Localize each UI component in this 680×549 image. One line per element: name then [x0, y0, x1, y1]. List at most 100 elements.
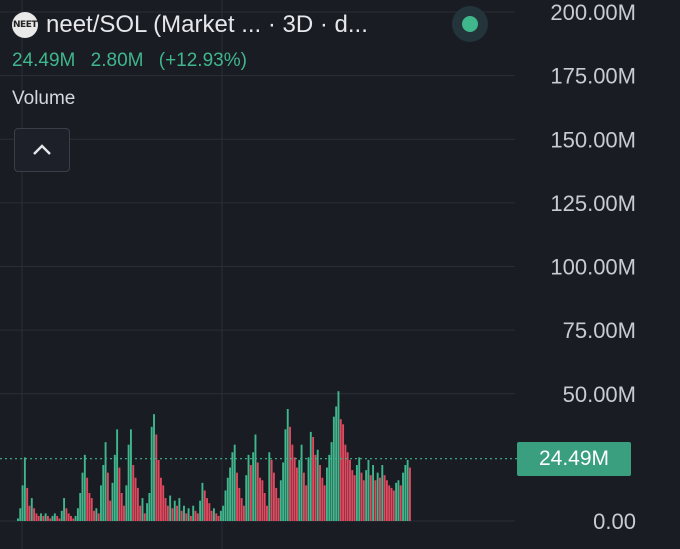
volume-bar	[406, 459, 409, 521]
volume-bar	[109, 500, 112, 521]
volume-bar	[381, 465, 384, 521]
volume-bar	[56, 515, 59, 521]
y-tick-label: 175.00M	[550, 64, 636, 89]
y-tick-label: 75.00M	[563, 318, 636, 343]
volume-bar	[104, 442, 107, 521]
volume-bar	[155, 434, 158, 521]
volume-bar	[259, 477, 262, 521]
y-tick-label: 100.00M	[550, 255, 636, 280]
volume-bar	[28, 505, 31, 521]
volume-bar	[395, 482, 398, 521]
volume-bar	[335, 406, 338, 521]
volume-bar	[247, 454, 250, 521]
volume-bar	[307, 457, 310, 522]
collapse-button[interactable]	[14, 128, 70, 172]
volume-bar	[358, 457, 361, 522]
volume-bar	[93, 510, 95, 521]
volume-bar	[123, 505, 125, 521]
volume-bar	[46, 515, 49, 521]
volume-bar	[100, 485, 102, 521]
volume-bar	[70, 515, 72, 521]
symbol-title[interactable]: neet/SOL (Market ... · 3D · d...	[46, 11, 368, 39]
volume-bar	[136, 487, 139, 521]
volume-bar	[199, 500, 202, 521]
volume-bar	[129, 429, 132, 521]
change-percent: (+12.93%)	[158, 50, 247, 71]
volume-bars	[17, 391, 411, 522]
y-tick-label: 0.00	[593, 509, 636, 534]
volume-bar	[164, 498, 167, 521]
volume-bar	[208, 503, 211, 521]
volume-bar	[302, 472, 305, 521]
volume-bar	[106, 472, 109, 521]
live-status-dot-icon	[452, 6, 488, 42]
volume-bar	[162, 485, 165, 521]
volume-bar	[203, 490, 206, 521]
volume-bar	[42, 515, 45, 521]
volume-bar	[355, 465, 358, 521]
volume-bar	[404, 465, 407, 521]
volume-bar	[86, 477, 89, 521]
volume-bar	[176, 505, 179, 521]
volume-bar	[238, 487, 241, 521]
volume-bar	[397, 480, 400, 521]
volume-bar	[219, 510, 222, 521]
volume-bar	[90, 498, 93, 521]
volume-bar	[286, 409, 289, 521]
volume-bar	[76, 508, 79, 521]
volume-bar	[102, 465, 105, 521]
volume-bar	[120, 493, 123, 521]
indicator-values: 24.49M 2.80M (+12.93%)	[12, 50, 432, 72]
volume-bar	[23, 457, 26, 522]
volume-bar	[383, 475, 386, 521]
volume-bar	[213, 508, 215, 521]
volume-bar	[266, 505, 268, 521]
volume-bar	[185, 513, 188, 521]
title-row: NEET neet/SOL (Market ... · 3D · d...	[12, 8, 432, 42]
volume-bar	[111, 482, 114, 521]
volume-bar	[284, 429, 287, 521]
volume-bar	[233, 444, 236, 521]
volume-bar	[159, 477, 162, 521]
volume-bar	[210, 510, 213, 521]
volume-bar	[26, 487, 29, 521]
token-logo: NEET	[12, 12, 38, 38]
volume-bar	[53, 513, 56, 521]
volume-bar	[362, 480, 365, 521]
volume-bar	[316, 449, 319, 521]
chevron-up-icon	[33, 144, 51, 155]
volume-bar	[180, 510, 183, 521]
volume-bar	[83, 454, 86, 521]
volume-bar	[81, 472, 84, 521]
volume-bar	[183, 505, 185, 521]
live-indicator	[462, 16, 478, 32]
volume-bar	[240, 498, 243, 521]
volume-bar	[206, 498, 208, 521]
chart-header: NEET neet/SOL (Market ... · 3D · d... 24…	[12, 8, 432, 110]
volume-bar	[270, 459, 273, 521]
volume-bar	[245, 475, 248, 521]
volume-bar	[372, 465, 375, 521]
volume-bar	[65, 508, 68, 521]
last-volume-value: 24.49M	[12, 50, 76, 71]
volume-bar	[95, 508, 98, 521]
volume-bar	[88, 493, 91, 521]
volume-bar	[349, 459, 351, 521]
volume-bar	[44, 513, 47, 521]
indicator-label[interactable]: Volume	[12, 88, 432, 110]
volume-bar	[134, 477, 137, 521]
volume-bar	[40, 513, 42, 521]
volume-bar	[148, 493, 151, 521]
current-value-tag: 24.49M	[517, 442, 631, 476]
volume-bar	[279, 480, 282, 521]
volume-bar	[314, 454, 317, 521]
volume-bar	[346, 452, 349, 521]
volume-bar	[337, 391, 340, 521]
volume-bar	[252, 452, 255, 521]
volume-bar	[298, 459, 301, 521]
volume-bar	[17, 518, 19, 521]
volume-bar	[49, 518, 52, 521]
volume-bar	[67, 513, 70, 521]
volume-bar	[224, 490, 227, 521]
volume-bar	[360, 472, 363, 521]
